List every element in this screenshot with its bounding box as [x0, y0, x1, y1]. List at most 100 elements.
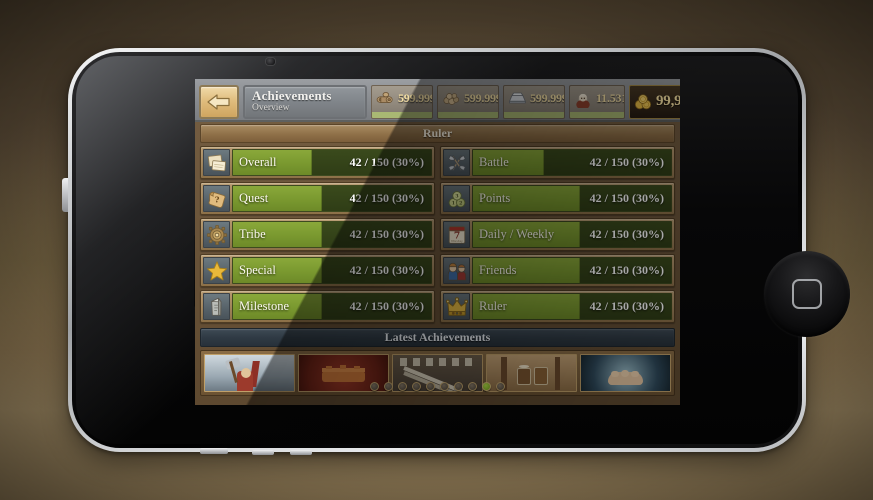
achievement-label: Quest [239, 191, 269, 205]
game-ui-root: Achievements Overview 599.999 599.999 59… [195, 79, 680, 405]
resource-wood[interactable]: 599.999 [371, 84, 433, 119]
achievement-card-points[interactable]: 312 Points 42 / 150 (30%) [440, 182, 675, 215]
pagination-dot[interactable] [440, 382, 449, 391]
resource-capacity-bar [504, 111, 564, 118]
pagination-dot[interactable] [496, 382, 505, 391]
latest-achievements-header: Latest Achievements [200, 328, 675, 347]
tribe-table-icon [203, 221, 230, 248]
achievement-value: 42 / 150 (30%) [349, 227, 424, 241]
section-header: Ruler [200, 124, 675, 143]
achievement-card-quest[interactable]: ? Quest 42 / 150 (30%) [200, 182, 435, 215]
pagination-dot[interactable] [370, 382, 379, 391]
achievement-label: Friends [479, 263, 517, 277]
pagination-dot[interactable] [468, 382, 477, 391]
pagination-dot[interactable] [398, 382, 407, 391]
crown-icon [443, 293, 470, 320]
achievement-card-ruler[interactable]: Ruler 42 / 150 (30%) [440, 290, 675, 323]
gold-star-icon [206, 260, 227, 280]
achievement-card-daily-weekly[interactable]: 7 Monday Daily / Weekly 42 / 150 (30%) [440, 218, 675, 251]
resource-row: 11.531 [570, 86, 624, 111]
resource-gold[interactable]: 99,999 [629, 84, 680, 119]
content-area: Ruler Overall 42 / 150 (30%) Battle 42 /… [195, 122, 680, 405]
achievement-progress-bar: Ruler 42 / 150 (30%) [472, 293, 672, 320]
achievement-card-battle[interactable]: Battle 42 / 150 (30%) [440, 146, 675, 179]
game-screen: Achievements Overview 599.999 599.999 59… [195, 79, 680, 405]
achievement-value: 42 / 150 (30%) [589, 155, 664, 169]
resource-row: 599.999 [504, 86, 564, 111]
pagination-dot[interactable] [412, 382, 421, 391]
resource-iron[interactable]: 599.999 [503, 84, 565, 119]
achievement-value: 42 / 150 (30%) [589, 299, 664, 313]
achievement-label: Ruler [479, 299, 507, 313]
achievement-progress-bar: Quest 42 / 150 (30%) [232, 185, 432, 212]
documents-icon [203, 149, 230, 176]
achievement-progress-bar: Special 42 / 150 (30%) [232, 257, 432, 284]
friends-icon [443, 257, 470, 284]
wood-logs-icon [374, 88, 396, 108]
top-bar: Achievements Overview 599.999 599.999 59… [195, 79, 680, 122]
achievement-progress-bar: Overall 42 / 150 (30%) [232, 149, 432, 176]
achievement-progress-bar: Daily / Weekly 42 / 150 (30%) [472, 221, 672, 248]
pagination-dot[interactable] [384, 382, 393, 391]
achievement-value: 42 / 150 (30%) [589, 227, 664, 241]
back-arrow-icon [207, 93, 230, 110]
pagination-dot[interactable] [454, 382, 463, 391]
pagination-dot[interactable] [426, 382, 435, 391]
resource-clay[interactable]: 599.999 [437, 84, 499, 119]
calendar-icon: 7 Monday [448, 225, 465, 244]
achievement-progress-bar: Points 42 / 150 (30%) [472, 185, 672, 212]
page-subtitle: Overview [252, 102, 290, 113]
resource-capacity-bar [438, 111, 498, 118]
achievement-card-special[interactable]: Special 42 / 150 (30%) [200, 254, 435, 287]
achievement-progress-bar: Milestone 42 / 150 (30%) [232, 293, 432, 320]
pagination-dots [201, 382, 674, 391]
quest-scroll-icon: ? [203, 185, 230, 212]
wood-logs-icon [376, 92, 393, 103]
resource-value: 599.999 [530, 90, 565, 105]
achievement-value: 42 / 150 (30%) [349, 191, 424, 205]
resource-value: 599.999 [464, 90, 499, 105]
achievement-value: 42 / 150 (30%) [349, 299, 424, 313]
volume-up-button[interactable] [252, 450, 274, 455]
gold-coins-icon [634, 93, 652, 109]
calendar-icon: 7 Monday [443, 221, 470, 248]
achievement-card-overall[interactable]: Overall 42 / 150 (30%) [200, 146, 435, 179]
home-button[interactable] [764, 251, 850, 337]
documents-icon [207, 154, 226, 171]
svg-text:Monday: Monday [451, 238, 463, 242]
achievement-progress-bar: Friends 42 / 150 (30%) [472, 257, 672, 284]
achievement-card-milestone[interactable]: Milestone 42 / 150 (30%) [200, 290, 435, 323]
back-button[interactable] [199, 84, 239, 119]
mute-switch[interactable] [200, 448, 228, 454]
quest-scroll-icon: ? [208, 191, 225, 208]
resource-row: 599.999 [372, 86, 432, 111]
crossed-axes-icon [443, 149, 470, 176]
achievement-value: 42 / 150 (30%) [349, 263, 424, 277]
achievement-grid: Overall 42 / 150 (30%) Battle 42 / 150 (… [200, 146, 675, 323]
resource-capacity-bar [372, 111, 432, 118]
volume-down-button[interactable] [290, 450, 312, 455]
milestone-icon [210, 297, 221, 316]
achievement-card-friends[interactable]: Friends 42 / 150 (30%) [440, 254, 675, 287]
friends-icon [447, 262, 466, 281]
points-balls-icon: 312 [448, 190, 465, 207]
home-button-square-icon [792, 279, 822, 309]
pagination-dot[interactable] [482, 382, 491, 391]
resource-capacity-bar [570, 111, 624, 118]
achievement-card-tribe[interactable]: Tribe 42 / 150 (30%) [200, 218, 435, 251]
svg-text:1: 1 [451, 200, 454, 206]
milestone-icon [203, 293, 230, 320]
svg-text:?: ? [214, 194, 219, 204]
achievement-progress-bar: Battle 42 / 150 (30%) [472, 149, 672, 176]
section-title: Ruler [422, 126, 453, 140]
points-balls-icon: 312 [443, 185, 470, 212]
clay-pile-icon [440, 88, 462, 108]
clay-pile-icon [443, 93, 460, 105]
svg-text:3: 3 [455, 193, 458, 199]
population-icon [576, 93, 590, 110]
page-title: Achievements [252, 87, 332, 103]
resource-population[interactable]: 11.531 [569, 84, 625, 119]
achievement-label: Special [239, 263, 276, 277]
iron-ingot-icon [509, 92, 526, 104]
power-button[interactable] [62, 178, 68, 212]
